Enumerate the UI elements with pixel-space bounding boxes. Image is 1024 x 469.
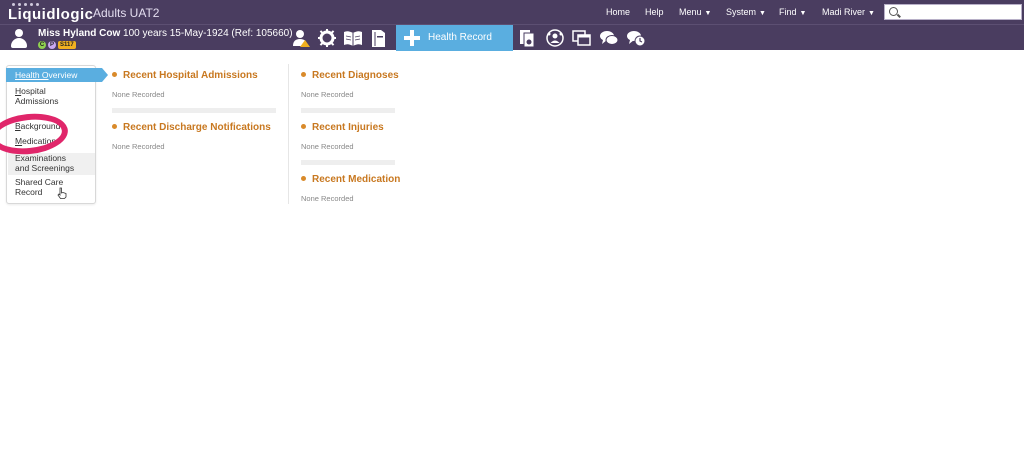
sidebar-item-shared-care-record[interactable]: Shared Care Record	[15, 177, 95, 197]
sidebar-item-label: verview	[48, 70, 78, 80]
panel-title-recent-diagnoses: Recent Diagnoses	[301, 70, 399, 81]
nav-home[interactable]: Home	[606, 7, 630, 17]
panel-title-recent-injuries: Recent Injuries	[301, 122, 384, 133]
documents-icon[interactable]	[517, 28, 537, 48]
caret-down-icon: ▼	[799, 10, 807, 17]
person-alert-icon[interactable]	[291, 28, 311, 48]
open-book-icon[interactable]	[343, 28, 363, 48]
search-box[interactable]	[884, 4, 1022, 20]
plus-icon	[404, 30, 420, 46]
nav-user[interactable]: Madi River ▼	[822, 7, 875, 17]
badge-p[interactable]: P	[48, 41, 56, 49]
patient-details: 100 years 15-May-1924 (Ref: 105660)	[123, 28, 293, 39]
panel-status: None Recorded	[301, 142, 354, 151]
nav-help[interactable]: Help	[645, 7, 664, 17]
app-logo[interactable]: Liquidlogic	[8, 6, 94, 23]
patient-name[interactable]: Miss Hyland Cow	[38, 28, 120, 39]
panel-title-recent-hospital-admissions: Recent Hospital Admissions	[112, 70, 258, 81]
sidebar-item-label: Health O	[15, 70, 49, 80]
chat-bubbles-icon[interactable]	[599, 28, 619, 48]
caret-down-icon: ▼	[759, 10, 766, 17]
panel-divider	[301, 108, 395, 113]
panel-status: None Recorded	[112, 142, 165, 151]
windows-icon[interactable]	[572, 28, 592, 48]
patient-bar: Miss Hyland Cow 100 years 15-May-1924 (R…	[0, 24, 1024, 51]
sidebar-item-label: Admissions	[15, 96, 59, 106]
panel-divider	[301, 160, 395, 165]
panel-title-recent-discharge-notifications: Recent Discharge Notifications	[112, 122, 271, 133]
column-divider	[288, 64, 289, 204]
caret-down-icon: ▼	[704, 10, 712, 17]
folder-icon[interactable]	[369, 28, 389, 48]
search-input[interactable]	[901, 6, 1019, 18]
gear-icon[interactable]	[317, 28, 337, 48]
panel-status: None Recorded	[301, 194, 354, 203]
panel-title-recent-medication: Recent Medication	[301, 174, 400, 185]
nav-system[interactable]: System ▼	[726, 7, 766, 17]
group-people-icon[interactable]	[545, 28, 565, 48]
search-icon[interactable]	[889, 7, 898, 16]
caret-down-icon: ▼	[868, 10, 875, 17]
badge-s117[interactable]: S117	[58, 41, 76, 49]
sidebar-item-health-overview[interactable]: Health Overview	[6, 68, 108, 82]
tab-health-record-label: Health Record	[428, 32, 492, 43]
hand-cursor-icon	[57, 186, 67, 199]
sidebar-item-label: Examinations	[15, 153, 67, 163]
nav-user-label: Madi River	[822, 7, 866, 17]
environment-name: Adults UAT2	[93, 6, 160, 20]
chat-clock-icon[interactable]	[626, 28, 646, 48]
patient-badges: C P S117	[38, 41, 76, 49]
sidebar-item-hospital-admissions[interactable]: Hospital Admissions	[15, 86, 95, 106]
panel-status: None Recorded	[301, 90, 354, 99]
sidebar-item-label: and Screenings	[15, 163, 75, 173]
sidebar-item-label: Shared Care	[15, 177, 64, 187]
panel-status: None Recorded	[112, 90, 165, 99]
nav-menu-label: Menu	[679, 7, 702, 17]
nav-menu[interactable]: Menu ▼	[679, 7, 711, 17]
patient-banner: Miss Hyland Cow 100 years 15-May-1924 (R…	[38, 28, 293, 39]
panel-divider	[112, 108, 276, 113]
nav-find[interactable]: Find ▼	[779, 7, 806, 17]
tab-health-record[interactable]: Health Record	[396, 25, 513, 51]
top-bar: Liquidlogic Adults UAT2 Home Help Menu ▼ …	[0, 0, 1024, 24]
sidebar-item-examinations[interactable]: Examinations and Screenings	[15, 153, 95, 173]
nav-find-label: Find	[779, 7, 797, 17]
nav-system-label: System	[726, 7, 757, 17]
sidebar-item-label: Record	[15, 187, 43, 197]
badge-c[interactable]: C	[38, 41, 46, 49]
sidebar-item-label: ospital	[21, 86, 46, 96]
person-icon	[10, 29, 28, 49]
